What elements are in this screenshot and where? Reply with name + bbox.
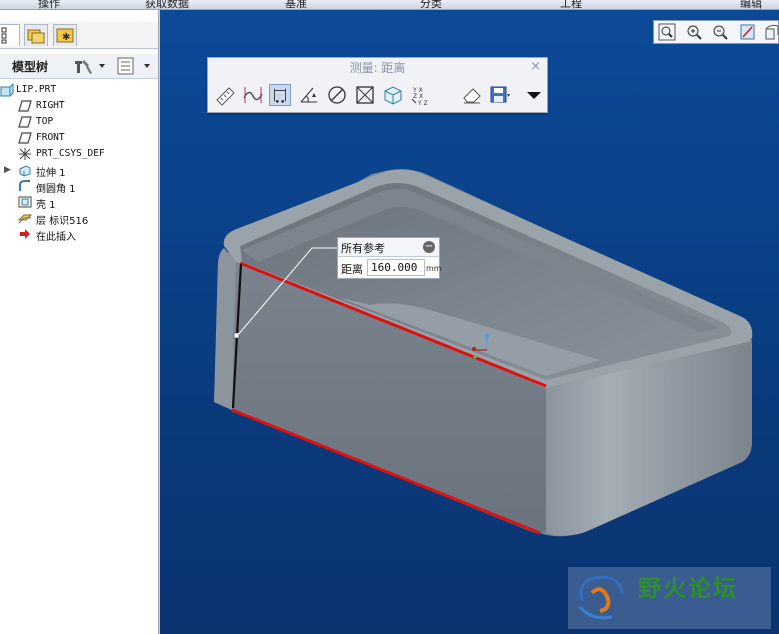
tree-item-label: FRONT xyxy=(36,132,65,143)
navigator-tabs: ✱ xyxy=(0,22,158,49)
expand-arrow-icon[interactable]: ▶ xyxy=(4,165,11,175)
distance-icon[interactable] xyxy=(269,84,291,106)
tree-item-shell[interactable]: 壳 1 xyxy=(0,194,158,211)
close-icon[interactable]: × xyxy=(530,59,541,74)
tree-item-label: 拉伸 1 xyxy=(36,168,66,179)
favorites-icon: ✱ xyxy=(56,28,74,43)
model-tree-title: 模型树 xyxy=(12,60,49,74)
csys-origin xyxy=(472,347,476,351)
distance-midpoint xyxy=(233,332,240,339)
forum-logo-icon xyxy=(578,575,624,620)
svg-text:✱: ✱ xyxy=(62,32,70,43)
tree-item-label: PRT_CSYS_DEF xyxy=(36,148,105,159)
menu-item-get-data[interactable]: 获取数据 xyxy=(145,0,189,9)
zoom-in-icon[interactable] xyxy=(685,23,705,41)
tree-item-front[interactable]: FRONT xyxy=(0,130,158,146)
distance-label: 距离 xyxy=(341,263,363,276)
tree-item-label: 壳 1 xyxy=(36,200,56,211)
datum-plane-icon xyxy=(18,116,32,128)
layer-icon xyxy=(18,214,32,224)
navigator-panel: ✱ 模型树 LIP.PRT RIGHT TOP FRONT PRT_CSYS_D… xyxy=(0,10,162,634)
tree-item-label: 层 标识516 xyxy=(36,216,89,227)
menu-item-operation[interactable]: 操作 xyxy=(38,0,60,9)
zoom-out-icon[interactable] xyxy=(711,23,731,41)
tree-item-right[interactable]: RIGHT xyxy=(0,98,158,114)
folder-browser-icon xyxy=(27,29,45,44)
watermark-title: 野火论坛 xyxy=(638,576,738,602)
tree-item-label: LIP.PRT xyxy=(16,84,57,95)
csys-icon xyxy=(19,148,31,160)
tree-item-top[interactable]: TOP xyxy=(0,114,158,130)
model-tree: LIP.PRT RIGHT TOP FRONT PRT_CSYS_DEF ▶ 拉… xyxy=(0,82,158,243)
measure-dialog-title: 测量: 距离 xyxy=(349,61,406,75)
part-icon xyxy=(0,83,14,97)
tab-model-tree[interactable] xyxy=(0,24,20,46)
tree-settings-icon[interactable] xyxy=(72,57,106,75)
svg-text:Z X: Z X xyxy=(413,93,423,100)
view-toolbar xyxy=(653,20,779,44)
tree-item-csys[interactable]: PRT_CSYS_DEF xyxy=(0,146,158,162)
tree-item-label: 在此插入 xyxy=(36,232,76,243)
tree-item-insert-here[interactable]: 在此插入 xyxy=(0,226,158,243)
angle-icon[interactable] xyxy=(298,84,320,106)
distance-unit: mm xyxy=(426,264,442,273)
distance-value: 160.000 xyxy=(371,261,418,274)
svg-text:Y Z: Y Z xyxy=(417,100,428,106)
tab-folder-browser[interactable] xyxy=(24,24,48,46)
model-tree-tab-icon xyxy=(1,27,7,44)
eraser-icon[interactable] xyxy=(461,84,483,106)
menu-bar: 操作 获取数据 基准 分类 工程 编辑 xyxy=(0,0,779,10)
callout-header: 所有参考 − xyxy=(338,238,439,257)
transform-icon[interactable]: Y XZ XY Z xyxy=(410,84,432,106)
more-icon[interactable] xyxy=(523,84,545,106)
tree-item-label: TOP xyxy=(36,116,54,127)
tree-item-root[interactable]: LIP.PRT xyxy=(0,82,158,98)
tree-item-label: RIGHT xyxy=(36,100,65,111)
shell-icon xyxy=(18,196,32,208)
diameter-icon[interactable] xyxy=(326,84,348,106)
extrude-icon xyxy=(19,165,31,177)
tree-item-layer[interactable]: 层 标识516 xyxy=(0,210,158,227)
menu-item-classify[interactable]: 分类 xyxy=(420,0,442,9)
tree-item-round[interactable]: 倒圆角 1 xyxy=(0,178,158,195)
menu-item-edit[interactable]: 编辑 xyxy=(740,0,762,9)
distance-value-field: 160.000 xyxy=(367,259,425,276)
volume-icon[interactable] xyxy=(382,84,404,106)
tree-item-label: 倒圆角 1 xyxy=(36,184,76,195)
csys-axis-y-tip xyxy=(484,333,490,339)
curve-length-icon[interactable] xyxy=(242,84,264,106)
tree-show-icon[interactable] xyxy=(116,57,154,75)
repaint-icon[interactable] xyxy=(738,23,758,41)
watermark-url: www.proewildfire.cn xyxy=(638,607,760,621)
measurement-callout[interactable]: 所有参考 − 距离 160.000 mm xyxy=(337,237,442,279)
csys-origin-green xyxy=(473,355,477,359)
datum-plane-icon xyxy=(18,132,32,144)
save-icon[interactable] xyxy=(488,84,510,106)
tab-favorites[interactable]: ✱ xyxy=(53,24,77,46)
refit-icon[interactable] xyxy=(657,23,677,41)
forum-watermark: 野火论坛 www.proewildfire.cn xyxy=(568,567,771,629)
tree-item-extrude[interactable]: ▶ 拉伸 1 xyxy=(0,162,158,179)
view-orientation-icon[interactable] xyxy=(762,23,779,41)
insert-here-arrow-icon xyxy=(20,229,30,239)
callout-title: 所有参考 xyxy=(341,242,385,255)
measure-dialog: 测量: 距离 × Y XZ XY Z xyxy=(207,57,548,113)
model-tree-header: 模型树 xyxy=(0,54,158,79)
minimize-icon[interactable]: − xyxy=(423,241,435,253)
area-icon[interactable] xyxy=(354,84,376,106)
menu-item-datum[interactable]: 基准 xyxy=(285,0,307,9)
ruler-icon[interactable] xyxy=(215,84,237,106)
round-icon xyxy=(19,180,30,191)
datum-plane-icon xyxy=(18,100,32,112)
menu-item-engineering[interactable]: 工程 xyxy=(560,0,582,9)
